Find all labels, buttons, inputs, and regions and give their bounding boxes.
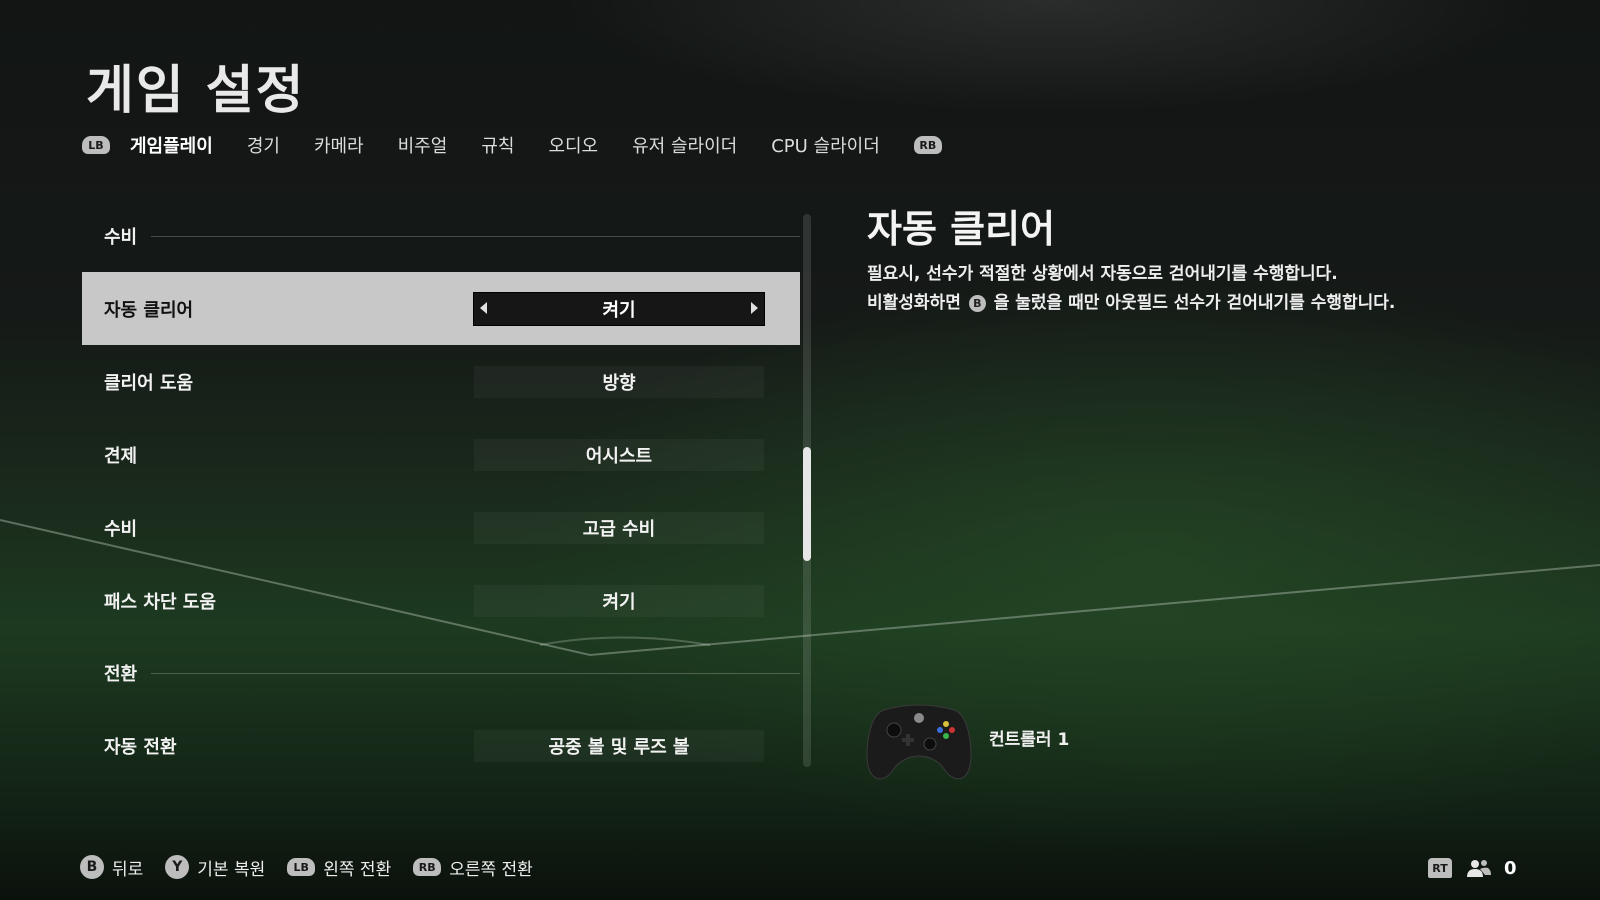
tab-rules[interactable]: 규칙 bbox=[481, 132, 514, 158]
setting-value: 방향 bbox=[602, 372, 636, 394]
switch-right-action-label[interactable]: 오른쪽 전환 bbox=[449, 855, 533, 880]
setting-label: 견제 bbox=[104, 445, 138, 467]
settings-list: 수비 자동 클리어 켜기 클리어 도움 방향 견제 어시스트 수비 고급 수비 … bbox=[82, 200, 800, 782]
people-icon bbox=[1467, 860, 1491, 877]
switch-left-action-label[interactable]: 왼쪽 전환 bbox=[323, 855, 391, 880]
tab-user-sliders[interactable]: 유저 슬라이더 bbox=[632, 132, 737, 158]
detail-description: 필요시, 선수가 적절한 상황에서 자동으로 걷어내기를 수행합니다. 비활성화… bbox=[867, 260, 1395, 318]
b-button-icon: B bbox=[968, 294, 986, 312]
detail-line-2-after: 을 눌렀을 때만 아웃필드 선수가 걷어내기를 수행합니다. bbox=[993, 293, 1396, 313]
setting-value: 켜기 bbox=[602, 299, 636, 321]
settings-scrollbar[interactable] bbox=[803, 214, 811, 767]
tab-bar: LB 게임플레이 경기 카메라 비주얼 규칙 오디오 유저 슬라이더 CPU 슬… bbox=[82, 128, 942, 162]
tab-cpu-sliders[interactable]: CPU 슬라이더 bbox=[771, 132, 880, 158]
setting-value: 켜기 bbox=[602, 591, 636, 613]
rt-trigger-icon[interactable]: RT bbox=[1428, 858, 1452, 878]
setting-row-clearance-assist[interactable]: 클리어 도움 방향 bbox=[82, 345, 800, 418]
y-button-icon[interactable]: Y bbox=[165, 855, 190, 879]
back-action-label[interactable]: 뒤로 bbox=[112, 855, 143, 880]
setting-value: 공중 볼 및 루즈 볼 bbox=[548, 736, 690, 758]
rb-bumper-icon[interactable]: RB bbox=[413, 858, 442, 876]
setting-value-selector[interactable]: 켜기 bbox=[474, 292, 764, 325]
setting-label: 자동 클리어 bbox=[104, 299, 194, 321]
setting-row-defending[interactable]: 수비 고급 수비 bbox=[82, 491, 800, 564]
setting-label: 클리어 도움 bbox=[104, 372, 194, 394]
tab-visual[interactable]: 비주얼 bbox=[398, 132, 448, 158]
setting-value: 고급 수비 bbox=[582, 518, 656, 540]
section-label: 전환 bbox=[104, 664, 138, 685]
setting-label: 패스 차단 도움 bbox=[104, 591, 216, 613]
detail-line-2-before: 비활성화하면 bbox=[867, 293, 961, 313]
setting-value-selector[interactable]: 공중 볼 및 루즈 볼 bbox=[474, 729, 764, 762]
restore-default-action-label[interactable]: 기본 복원 bbox=[197, 855, 265, 880]
player-count: 0 bbox=[1504, 857, 1517, 879]
footer-status: RT 0 bbox=[1428, 854, 1517, 882]
section-header-switching: 전환 bbox=[82, 637, 800, 709]
setting-value-selector[interactable]: 켜기 bbox=[474, 584, 764, 617]
lb-bumper-icon[interactable]: LB bbox=[82, 136, 110, 154]
rb-bumper-icon[interactable]: RB bbox=[913, 136, 942, 154]
scrollbar-thumb[interactable] bbox=[803, 447, 811, 561]
xbox-controller-icon bbox=[866, 704, 972, 780]
setting-row-auto-clearance[interactable]: 자동 클리어 켜기 bbox=[82, 272, 800, 345]
section-divider bbox=[151, 235, 800, 237]
setting-value-selector[interactable]: 방향 bbox=[474, 365, 764, 398]
section-divider bbox=[151, 672, 800, 674]
setting-row-auto-switching[interactable]: 자동 전환 공중 볼 및 루즈 볼 bbox=[82, 709, 800, 782]
setting-value: 어시스트 bbox=[585, 445, 653, 467]
detail-line-1: 필요시, 선수가 적절한 상황에서 자동으로 걷어내기를 수행합니다. bbox=[867, 264, 1338, 284]
footer-actions: B 뒤로 Y 기본 복원 LB 왼쪽 전환 RB 오른쪽 전환 bbox=[80, 852, 555, 882]
setting-value-selector[interactable]: 어시스트 bbox=[474, 438, 764, 471]
setting-row-pass-block-assist[interactable]: 패스 차단 도움 켜기 bbox=[82, 564, 800, 637]
arrow-right-icon[interactable] bbox=[751, 301, 758, 314]
tab-match[interactable]: 경기 bbox=[247, 132, 280, 158]
lb-bumper-icon[interactable]: LB bbox=[287, 858, 316, 876]
setting-label: 수비 bbox=[104, 518, 138, 540]
setting-value-selector[interactable]: 고급 수비 bbox=[474, 511, 764, 544]
tab-audio[interactable]: 오디오 bbox=[548, 132, 598, 158]
page-title: 게임 설정 bbox=[86, 61, 306, 121]
setting-row-jockey[interactable]: 견제 어시스트 bbox=[82, 418, 800, 491]
tab-camera[interactable]: 카메라 bbox=[314, 132, 364, 158]
controller-label: 컨트롤러 1 bbox=[989, 730, 1070, 750]
tab-gameplay[interactable]: 게임플레이 bbox=[130, 132, 213, 158]
section-label: 수비 bbox=[104, 227, 138, 248]
b-button-icon[interactable]: B bbox=[80, 855, 104, 879]
section-header-defense: 수비 bbox=[82, 200, 800, 272]
setting-label: 자동 전환 bbox=[104, 736, 177, 758]
detail-title: 자동 클리어 bbox=[867, 207, 1056, 251]
detail-line-2: 비활성화하면 B 을 눌렀을 때만 아웃필드 선수가 걷어내기를 수행합니다. bbox=[867, 289, 1395, 318]
arrow-left-icon[interactable] bbox=[480, 301, 487, 314]
